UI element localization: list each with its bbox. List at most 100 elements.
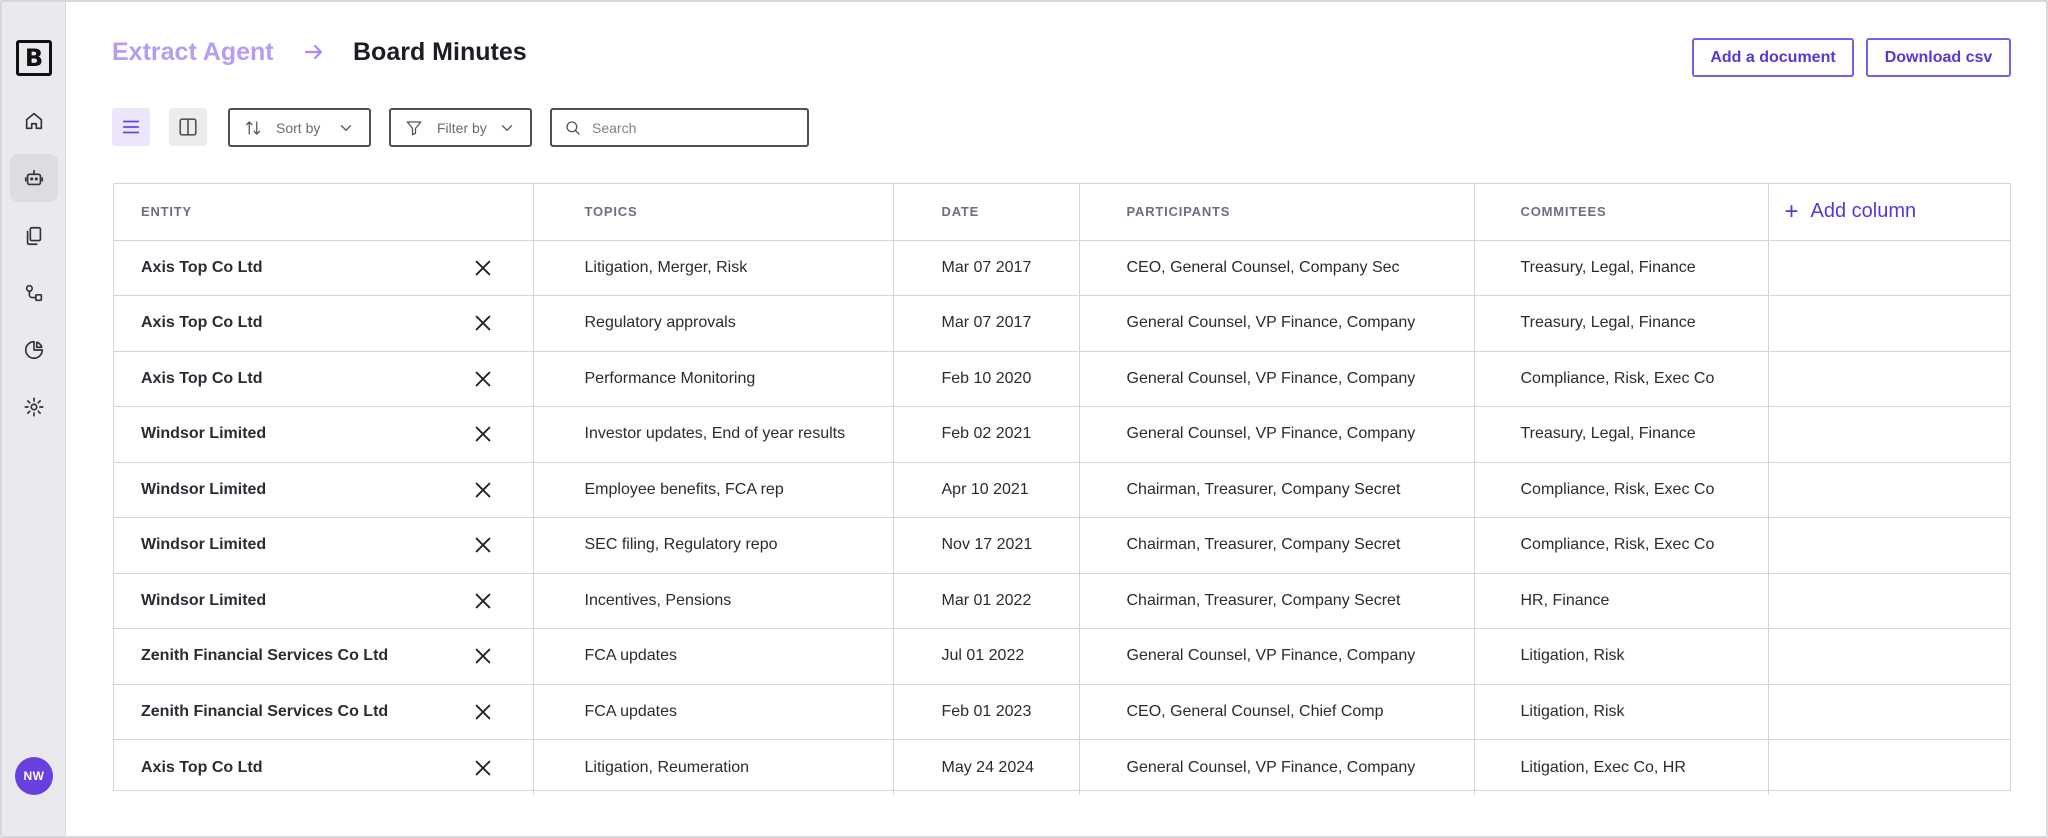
- cell-entity: Windsor Limited: [114, 573, 533, 629]
- cell-empty: [1767, 406, 2010, 463]
- close-icon[interactable]: [472, 423, 494, 445]
- close-icon[interactable]: [472, 257, 494, 279]
- page-title: Board Minutes: [353, 38, 527, 66]
- cell-participants: General Counsel, VP Finance, Company: [1078, 406, 1474, 463]
- cell-committees: HR, Finance: [1473, 573, 1768, 629]
- cell-topics: FCA updates: [532, 628, 893, 685]
- entity-name: Axis Top Co Ltd: [141, 258, 263, 276]
- column-header-date[interactable]: DATE: [892, 184, 1079, 241]
- cell-empty: [1767, 684, 2010, 740]
- cell-participants: General Counsel, VP Finance, Company: [1078, 351, 1474, 407]
- search-input[interactable]: [592, 119, 782, 136]
- chevron-down-icon: [337, 119, 355, 137]
- close-icon[interactable]: [472, 701, 494, 723]
- table-row[interactable]: Zenith Financial Services Co Ltd FCA upda…: [114, 628, 2010, 685]
- gear-icon: [23, 396, 45, 418]
- table-row[interactable]: Axis Top Co Ltd Litigation, Reumeration Ma…: [114, 739, 2010, 796]
- column-header-committees[interactable]: COMMITEES: [1473, 184, 1768, 241]
- table-row[interactable]: Windsor Limited SEC filing, Regulatory re…: [114, 517, 2010, 574]
- arrow-right-icon: [302, 40, 326, 64]
- cell-empty: [1767, 295, 2010, 352]
- cell-topics: Incentives, Pensions: [532, 573, 893, 629]
- cell-participants: Chairman, Treasurer, Company Secret: [1078, 462, 1474, 518]
- entity-name: Zenith Financial Services Co Ltd: [141, 647, 389, 665]
- cell-empty: [1767, 351, 2010, 407]
- cell-topics: Litigation, Merger, Risk: [532, 240, 893, 296]
- breadcrumb-root[interactable]: Extract Agent: [112, 38, 274, 67]
- search-icon: [564, 119, 582, 137]
- columns-icon: [177, 116, 199, 138]
- cell-topics: Litigation, Reumeration: [532, 739, 893, 795]
- cell-date: May 24 2024: [892, 739, 1079, 795]
- entity-name: Axis Top Co Ltd: [141, 369, 263, 387]
- cell-date: Mar 07 2017: [892, 240, 1079, 296]
- sort-dropdown[interactable]: Sort by: [228, 108, 371, 147]
- close-icon[interactable]: [472, 368, 494, 390]
- cell-topics: Regulatory approvals: [532, 295, 893, 352]
- close-icon[interactable]: [472, 312, 494, 334]
- cell-date: Feb 01 2023: [892, 684, 1079, 740]
- cell-entity: Zenith Financial Services Co Ltd: [114, 628, 533, 685]
- close-icon[interactable]: [472, 645, 494, 667]
- column-header-topics[interactable]: TOPICS: [532, 184, 893, 241]
- add-column-label: Add column: [1810, 200, 1917, 223]
- data-table: ENTITY TOPICS DATE PARTICIPANTS COMMITEE…: [113, 183, 2011, 795]
- split-view-button[interactable]: [169, 108, 207, 146]
- table-row[interactable]: Windsor Limited Employee benefits, FCA re…: [114, 462, 2010, 518]
- list-view-button[interactable]: [112, 108, 150, 146]
- cell-committees: Compliance, Risk, Exec Co: [1473, 517, 1768, 574]
- cell-date: Feb 10 2020: [892, 351, 1079, 407]
- add-document-button[interactable]: Add a document: [1692, 38, 1854, 77]
- table-row[interactable]: Axis Top Co Ltd Performance Monitoring Feb…: [114, 351, 2010, 407]
- column-header-participants[interactable]: PARTICIPANTS: [1078, 184, 1474, 241]
- table-row[interactable]: Axis Top Co Ltd Regulatory approvals Mar 0…: [114, 295, 2010, 352]
- cell-topics: Investor updates, End of year results: [532, 406, 893, 463]
- cell-topics: Performance Monitoring: [532, 351, 893, 407]
- table-row[interactable]: Axis Top Co Ltd Litigation, Merger, Risk M…: [114, 240, 2010, 296]
- cell-participants: General Counsel, VP Finance, Company: [1078, 739, 1474, 795]
- table-row[interactable]: Windsor Limited Incentives, Pensions Mar 0…: [114, 573, 2010, 629]
- close-icon[interactable]: [472, 590, 494, 612]
- cell-committees: Compliance, Risk, Exec Co: [1473, 462, 1768, 518]
- chevron-down-icon: [498, 119, 516, 137]
- sidebar-item-analytics[interactable]: [10, 326, 58, 374]
- filter-dropdown[interactable]: Filter by: [389, 108, 532, 147]
- close-icon[interactable]: [472, 757, 494, 779]
- cell-committees: Treasury, Legal, Finance: [1473, 295, 1768, 352]
- table-row[interactable]: Windsor Limited Investor updates, End of …: [114, 406, 2010, 463]
- brand-logo[interactable]: B: [16, 40, 52, 76]
- cell-empty: [1767, 240, 2010, 296]
- cell-empty: [1767, 628, 2010, 685]
- column-header-entity[interactable]: ENTITY: [114, 184, 533, 241]
- cell-committees: Litigation, Exec Co, HR: [1473, 739, 1768, 795]
- entity-name: Windsor Limited: [141, 591, 267, 609]
- cell-entity: Windsor Limited: [114, 517, 533, 574]
- sidebar-item-documents[interactable]: [10, 212, 58, 260]
- sidebar-item-agents[interactable]: [10, 154, 58, 202]
- cell-entity: Axis Top Co Ltd: [114, 240, 533, 296]
- cell-date: Feb 02 2021: [892, 406, 1079, 463]
- cell-entity: Zenith Financial Services Co Ltd: [114, 684, 533, 740]
- table-row[interactable]: Zenith Financial Services Co Ltd FCA upda…: [114, 684, 2010, 740]
- cell-entity: Axis Top Co Ltd: [114, 740, 533, 796]
- cell-participants: General Counsel, VP Finance, Company: [1078, 295, 1474, 352]
- pie-chart-icon: [23, 339, 45, 361]
- cell-committees: Compliance, Risk, Exec Co: [1473, 351, 1768, 407]
- add-column-button[interactable]: + Add column: [1767, 184, 2010, 241]
- search-box[interactable]: [550, 108, 809, 147]
- sidebar-item-workflows[interactable]: [10, 269, 58, 317]
- close-icon[interactable]: [472, 534, 494, 556]
- sidebar: B NW: [2, 2, 66, 836]
- cell-participants: CEO, General Counsel, Chief Comp: [1078, 684, 1474, 740]
- entity-name: Windsor Limited: [141, 536, 267, 554]
- sidebar-item-settings[interactable]: [10, 383, 58, 431]
- download-csv-button[interactable]: Download csv: [1866, 38, 2011, 77]
- sidebar-item-home[interactable]: [10, 97, 58, 145]
- close-icon[interactable]: [472, 479, 494, 501]
- filter-icon: [405, 119, 423, 137]
- cell-participants: CEO, General Counsel, Company Sec: [1078, 240, 1474, 296]
- cell-committees: Treasury, Legal, Finance: [1473, 240, 1768, 296]
- cell-participants: Chairman, Treasurer, Company Secret: [1078, 517, 1474, 574]
- cell-empty: [1767, 739, 2010, 795]
- avatar[interactable]: NW: [15, 757, 53, 795]
